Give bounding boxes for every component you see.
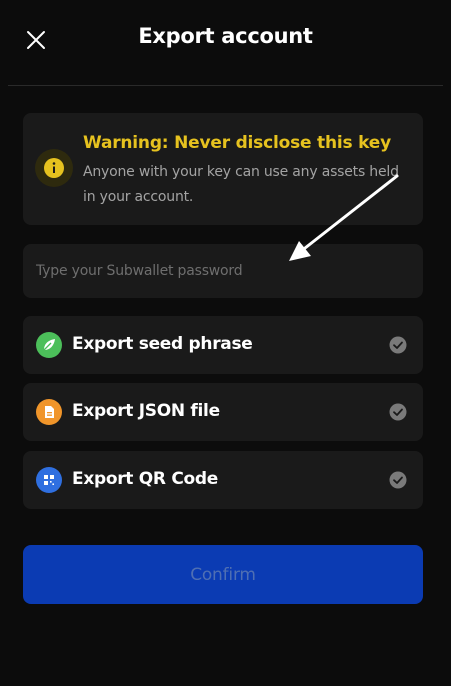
- export-seed-phrase-option[interactable]: Export seed phrase: [23, 316, 423, 374]
- qr-code-icon: [44, 475, 54, 485]
- qr-icon-wrap: [36, 467, 62, 493]
- warning-text: Anyone with your key can use any assets …: [83, 164, 399, 205]
- option-label: Export QR Code: [72, 469, 218, 489]
- seed-icon-wrap: [36, 332, 62, 358]
- header: Export account: [0, 0, 451, 84]
- confirm-button[interactable]: Confirm: [23, 545, 423, 604]
- file-icon: [45, 406, 54, 418]
- json-icon-wrap: [36, 399, 62, 425]
- warning-icon-wrap: [35, 149, 73, 187]
- warning-box: Warning: Never disclose this key Anyone …: [23, 113, 423, 225]
- info-icon: [44, 158, 64, 178]
- export-json-file-option[interactable]: Export JSON file: [23, 383, 423, 441]
- option-label: Export seed phrase: [72, 334, 253, 354]
- page-title: Export account: [138, 24, 313, 48]
- header-divider: [8, 85, 443, 86]
- password-field[interactable]: [23, 244, 423, 298]
- password-input[interactable]: [23, 244, 423, 298]
- check-icon: [389, 403, 407, 421]
- warning-title: Warning: Never disclose this key: [83, 133, 392, 153]
- leaf-icon: [43, 339, 55, 351]
- export-qr-code-option[interactable]: Export QR Code: [23, 451, 423, 509]
- check-icon: [389, 471, 407, 489]
- option-label: Export JSON file: [72, 401, 220, 421]
- check-icon: [389, 336, 407, 354]
